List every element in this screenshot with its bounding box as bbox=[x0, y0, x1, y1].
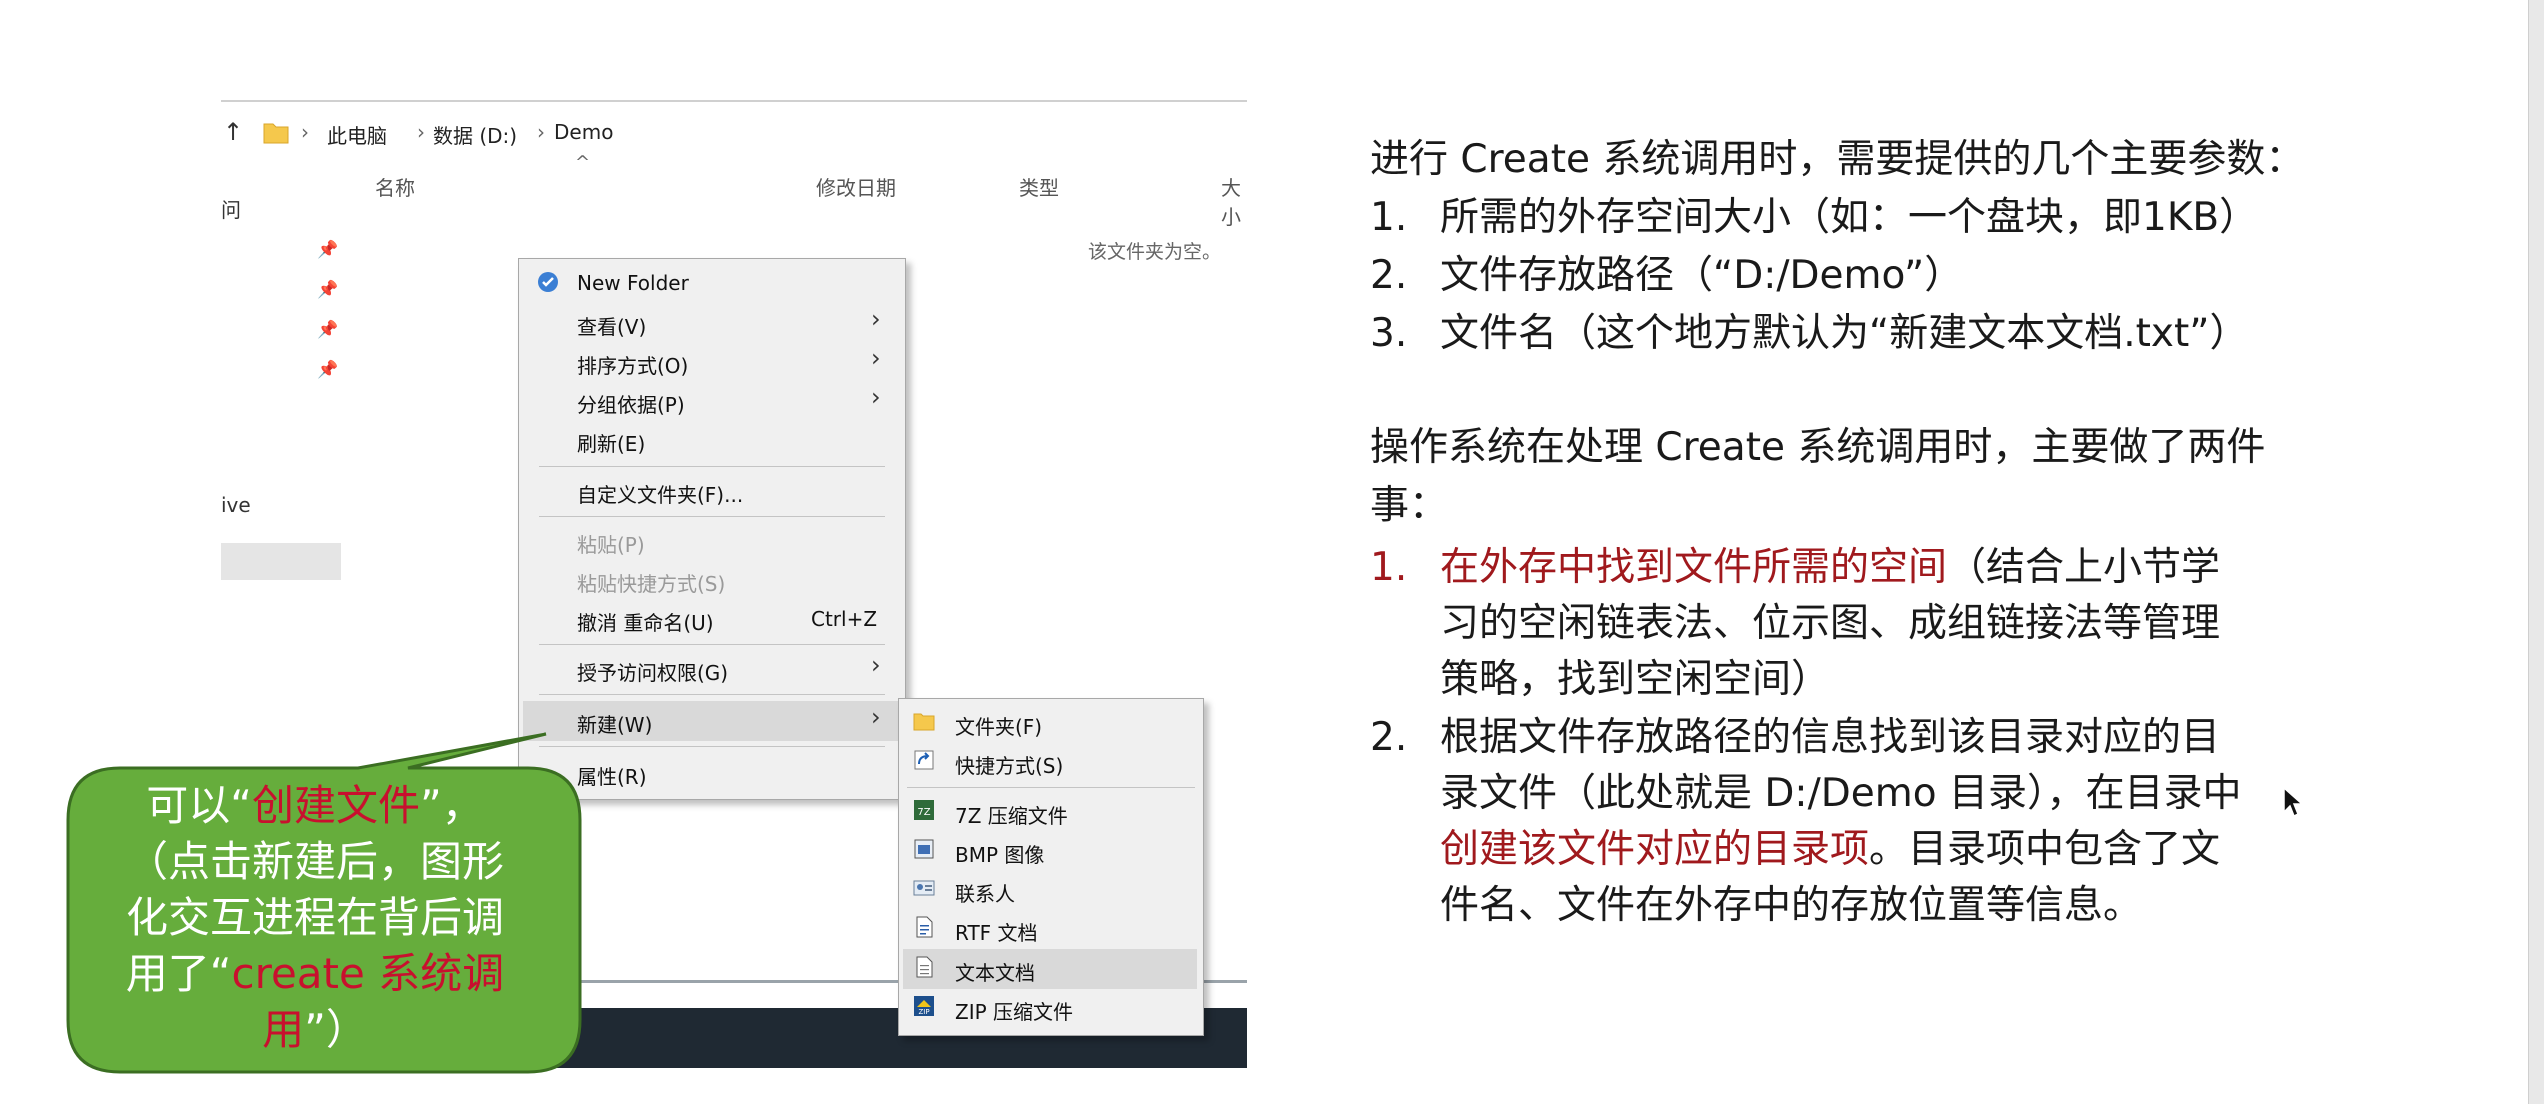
new-submenu: 文件夹(F) 快捷方式(S) 7Z 7Z 压缩文件 BMP 图像 联系人 RTF… bbox=[898, 698, 1204, 1036]
bmp-image-icon bbox=[914, 839, 934, 859]
menu-undo-rename[interactable]: 撤消 重命名(U) bbox=[577, 607, 714, 636]
menu-customize-folder[interactable]: 自定义文件夹(F)... bbox=[577, 479, 743, 508]
submenu-contact[interactable]: 联系人 bbox=[955, 878, 1015, 907]
step2-highlight: 创建该文件对应的目录项 bbox=[1440, 827, 1870, 872]
folder-icon bbox=[263, 123, 289, 144]
breadcrumb-this-pc[interactable]: 此电脑 bbox=[327, 120, 387, 149]
up-arrow-icon[interactable]: ↑ bbox=[223, 118, 243, 146]
menu-sort[interactable]: 排序方式(O) bbox=[577, 350, 688, 379]
callout-highlight: create 系统调 bbox=[231, 949, 505, 998]
column-modified[interactable]: 修改日期 bbox=[816, 172, 896, 201]
empty-folder-text: 该文件夹为空。 bbox=[1088, 241, 1222, 263]
step1-highlight: 在外存中找到文件所需的空间 bbox=[1440, 545, 1948, 590]
step-number: 1. bbox=[1370, 545, 1408, 590]
submenu-7z[interactable]: 7Z 压缩文件 bbox=[955, 800, 1068, 829]
pin-icon: 📌 bbox=[317, 240, 339, 260]
breadcrumb-separator: › bbox=[537, 120, 545, 144]
step2-line: 创建该文件对应的目录项。目录项中包含了文 bbox=[1440, 822, 2220, 878]
rtf-document-icon bbox=[916, 916, 933, 938]
7z-archive-icon: 7Z bbox=[914, 800, 934, 820]
column-type[interactable]: 类型 bbox=[1019, 172, 1059, 201]
param-number: 1. bbox=[1370, 195, 1408, 240]
address-bar-border bbox=[221, 100, 1247, 102]
contact-icon bbox=[913, 880, 935, 896]
os-heading-line: 事： bbox=[1370, 483, 1449, 528]
new-folder-app-icon bbox=[538, 272, 558, 292]
submenu-arrow-icon: › bbox=[871, 383, 881, 411]
breadcrumb-separator: › bbox=[301, 120, 309, 144]
step1-line: 习的空闲链表法、位示图、成组链接法等管理 bbox=[1440, 601, 2221, 646]
callout-text: 可以“创建文件”， （点击新建后，图形 化交互进程在背后调 用了“create … bbox=[80, 778, 550, 1058]
callout-text-part: ”） bbox=[304, 1005, 368, 1054]
sort-caret-icon: ^ bbox=[575, 152, 591, 173]
step-number: 2. bbox=[1370, 715, 1408, 760]
submenu-bmp[interactable]: BMP 图像 bbox=[955, 839, 1044, 868]
step1-line: 在外存中找到文件所需的空间（结合上小节学 bbox=[1440, 540, 2220, 596]
callout-highlight: 创建文件 bbox=[251, 781, 420, 830]
pin-icon: 📌 bbox=[317, 320, 339, 340]
submenu-rtf[interactable]: RTF 文档 bbox=[955, 917, 1038, 946]
zip-archive-icon: ZIP bbox=[914, 996, 934, 1016]
step1-line: 策略，找到空闲空间） bbox=[1440, 657, 1831, 702]
menu-grant-access[interactable]: 授予访问权限(G) bbox=[577, 657, 728, 686]
param-text: 文件名（这个地方默认为“新建文本文档.txt”） bbox=[1440, 311, 2249, 356]
submenu-shortcut[interactable]: 快捷方式(S) bbox=[955, 750, 1063, 779]
menu-refresh[interactable]: 刷新(E) bbox=[577, 428, 645, 457]
breadcrumb-demo[interactable]: Demo bbox=[554, 120, 613, 144]
sidebar-fragment: 问 bbox=[221, 198, 241, 222]
param-text: 所需的外存空间大小（如：一个盘块，即1KB） bbox=[1440, 195, 2259, 240]
menu-separator bbox=[907, 787, 1195, 788]
callout-text-part: ”， bbox=[420, 781, 484, 830]
slide-edge bbox=[2528, 0, 2544, 1104]
shortcut-icon bbox=[914, 750, 934, 770]
menu-paste-shortcut: 粘贴快捷方式(S) bbox=[577, 572, 726, 596]
step2-line: 根据文件存放路径的信息找到该目录对应的目 bbox=[1440, 715, 2221, 760]
submenu-arrow-icon: › bbox=[871, 344, 881, 372]
menu-separator bbox=[539, 644, 885, 645]
menu-separator bbox=[539, 516, 885, 517]
submenu-text-document[interactable]: 文本文档 bbox=[955, 957, 1035, 986]
menu-undo-shortcut: Ctrl+Z bbox=[811, 607, 878, 631]
callout-text-part: 可以“ bbox=[146, 781, 252, 830]
menu-separator bbox=[539, 466, 885, 467]
text-document-icon bbox=[916, 956, 933, 978]
sidebar-fragment: ive bbox=[221, 493, 251, 517]
svg-text:ZIP: ZIP bbox=[918, 1008, 929, 1016]
column-name[interactable]: 名称 bbox=[375, 172, 415, 201]
sidebar-selected-item[interactable] bbox=[221, 543, 341, 580]
pin-icon: 📌 bbox=[317, 360, 339, 380]
column-size[interactable]: 大小 bbox=[1221, 172, 1247, 230]
menu-separator bbox=[539, 694, 885, 695]
callout-highlight: 用 bbox=[262, 1005, 305, 1054]
mouse-cursor-icon bbox=[2283, 786, 2304, 818]
svg-text:7Z: 7Z bbox=[917, 807, 930, 818]
param-number: 3. bbox=[1370, 311, 1408, 356]
submenu-folder[interactable]: 文件夹(F) bbox=[955, 711, 1042, 740]
submenu-text-highlight bbox=[903, 949, 1197, 989]
menu-paste: 粘贴(P) bbox=[577, 533, 645, 557]
step2-line: 录文件（此处就是 D:/Demo 目录），在目录中 bbox=[1440, 771, 2242, 816]
callout-line: 化交互进程在背后调 bbox=[125, 893, 504, 942]
os-heading-line: 操作系统在处理 Create 系统调用时，主要做了两件 bbox=[1370, 425, 2266, 470]
callout-text-part: 用了“ bbox=[125, 949, 232, 998]
notes-intro: 进行 Create 系统调用时，需要提供的几个主要参数： bbox=[1370, 137, 2305, 182]
submenu-arrow-icon: › bbox=[871, 651, 881, 679]
step2-line: 件名、文件在外存中的存放位置等信息。 bbox=[1440, 883, 2143, 928]
param-text: 文件存放路径（“D:/Demo”） bbox=[1440, 253, 1964, 298]
submenu-arrow-icon: › bbox=[871, 305, 881, 333]
param-number: 2. bbox=[1370, 253, 1408, 298]
breadcrumb-separator: › bbox=[417, 120, 425, 144]
pin-icon: 📌 bbox=[317, 280, 339, 300]
step2-text: 。目录项中包含了文 bbox=[1869, 827, 2221, 872]
menu-view[interactable]: 查看(V) bbox=[577, 311, 646, 340]
breadcrumb-drive-d[interactable]: 数据 (D:) bbox=[433, 120, 517, 149]
submenu-zip[interactable]: ZIP 压缩文件 bbox=[955, 996, 1073, 1025]
submenu-arrow-icon: › bbox=[871, 703, 881, 731]
context-menu: New Folder 查看(V) › 排序方式(O) › 分组依据(P) › 刷… bbox=[518, 258, 906, 800]
menu-new-folder[interactable]: New Folder bbox=[577, 271, 689, 295]
step1-text: （结合上小节学 bbox=[1947, 545, 2221, 590]
menu-group[interactable]: 分组依据(P) bbox=[577, 389, 685, 418]
callout-line: （点击新建后，图形 bbox=[125, 837, 504, 886]
folder-icon bbox=[913, 713, 935, 731]
